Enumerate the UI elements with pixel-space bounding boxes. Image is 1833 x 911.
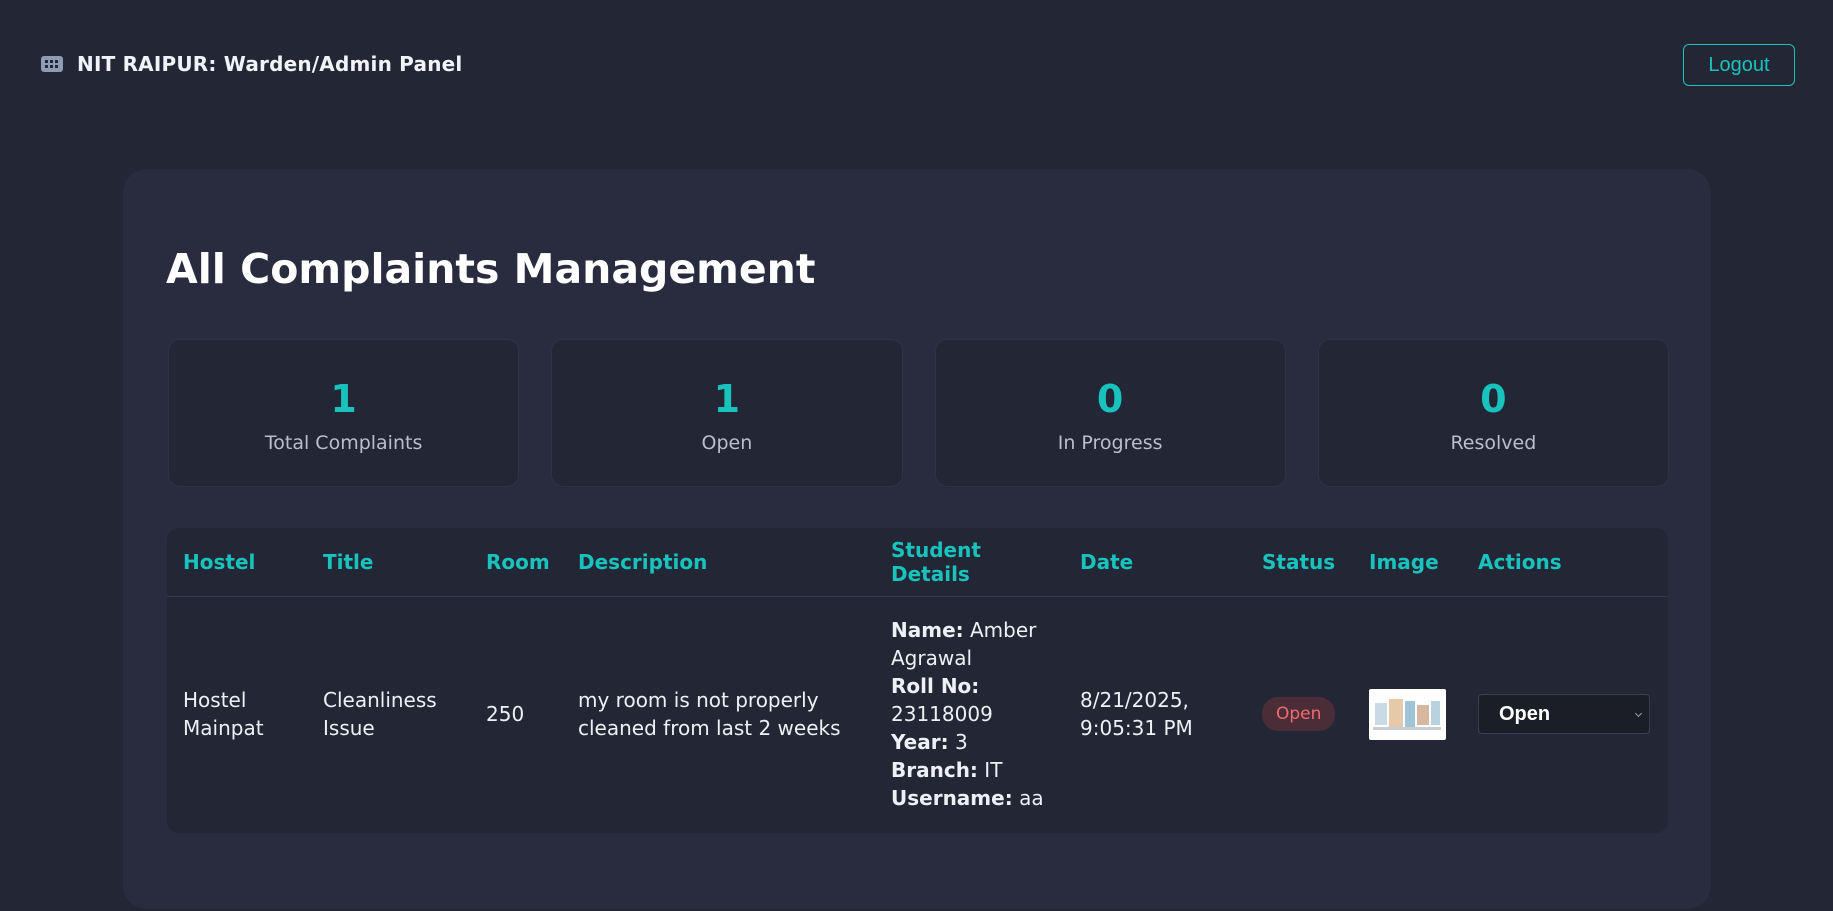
complaints-table: Hostel Title Room Description Student De… <box>167 528 1668 833</box>
stat-card-in-progress: 0 In Progress <box>934 339 1286 487</box>
stats-row: 1 Total Complaints 1 Open 0 In Progress … <box>168 339 1669 487</box>
student-username: aa <box>1019 786 1044 811</box>
main-panel: All Complaints Management 1 Total Compla… <box>123 169 1711 909</box>
stat-value: 1 <box>330 377 357 421</box>
column-header-description: Description <box>578 549 708 574</box>
stat-card-open: 1 Open <box>551 339 903 487</box>
name-label: Name: <box>891 618 964 643</box>
student-branch: IT <box>984 758 1003 783</box>
table-row: Hostel Mainpat Cleanliness Issue 250 my … <box>167 596 1668 832</box>
roll-label: Roll No: <box>891 674 980 699</box>
top-bar: NIT RAIPUR: Warden/Admin Panel Logout <box>0 0 1833 130</box>
stat-label: Total Complaints <box>264 432 423 454</box>
cell-status: Open <box>1246 596 1353 832</box>
app-title: NIT RAIPUR: Warden/Admin Panel <box>77 52 463 76</box>
column-header-hostel: Hostel <box>183 549 256 574</box>
stat-label: Open <box>701 432 753 454</box>
cell-student-details: Name: Amber Agrawal Roll No: 23118009 Ye… <box>875 596 1064 832</box>
column-header-title: Title <box>323 549 374 574</box>
stat-value: 1 <box>713 377 741 421</box>
stat-label: In Progress <box>1057 432 1163 454</box>
student-year: 3 <box>954 730 968 755</box>
year-label: Year: <box>891 730 949 755</box>
cell-description: my room is not properly cleaned from las… <box>578 688 841 741</box>
student-roll: 23118009 <box>891 702 993 727</box>
cell-room: 250 <box>486 702 525 727</box>
status-badge: Open <box>1262 697 1336 732</box>
stat-value: 0 <box>1480 377 1507 421</box>
column-header-date: Date <box>1080 549 1134 574</box>
column-header-status: Status <box>1262 549 1336 574</box>
cell-date: 8/21/2025, 9:05:31 PM <box>1080 688 1193 741</box>
column-header-room: Room <box>486 549 550 574</box>
logout-button[interactable]: Logout <box>1683 44 1795 86</box>
table-header-row: Hostel Title Room Description Student De… <box>167 528 1668 596</box>
cell-hostel: Hostel Mainpat <box>183 688 264 741</box>
column-header-actions: Actions <box>1478 549 1562 574</box>
stat-card-resolved: 0 Resolved <box>1317 339 1669 487</box>
cell-title: Cleanliness Issue <box>323 688 437 741</box>
chevron-down-icon <box>1634 710 1643 718</box>
page-title: All Complaints Management <box>166 245 816 293</box>
complaint-image-thumbnail[interactable] <box>1369 688 1446 740</box>
username-label: Username: <box>891 786 1013 811</box>
building-icon <box>41 56 63 72</box>
branch-label: Branch: <box>891 758 978 783</box>
stat-label: Resolved <box>1450 432 1537 454</box>
column-header-student-details: Student Details <box>891 537 981 586</box>
status-select[interactable]: Open <box>1478 694 1650 735</box>
column-header-image: Image <box>1369 549 1439 574</box>
cell-image <box>1353 596 1462 832</box>
brand: NIT RAIPUR: Warden/Admin Panel <box>41 52 462 76</box>
status-select-value: Open <box>1499 703 1551 726</box>
stat-value: 0 <box>1096 377 1124 421</box>
stat-card-total: 1 Total Complaints <box>168 339 520 487</box>
cell-actions: Open <box>1462 596 1668 832</box>
